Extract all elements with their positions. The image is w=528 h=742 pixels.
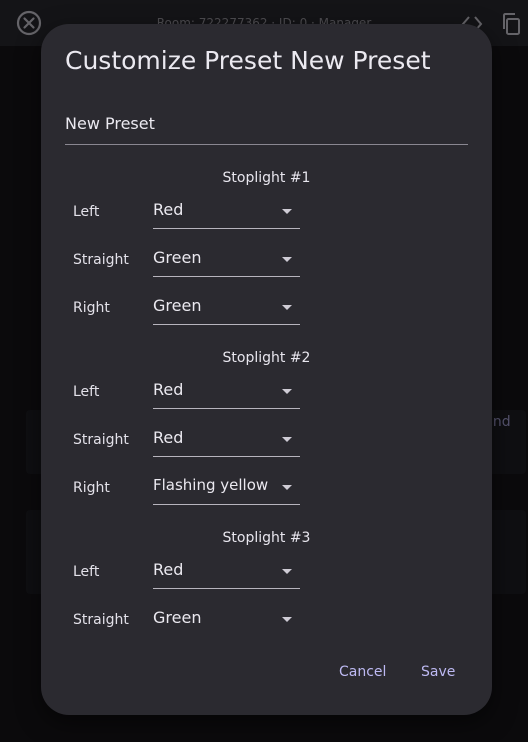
select-value: Green (153, 248, 202, 267)
select-value: Flashing yellow (153, 476, 269, 494)
app-page: Room: 722277362 · ID: 0 · Manager und Cu… (0, 0, 528, 742)
dropdown-caret-icon (282, 569, 292, 574)
dropdown-caret-icon (282, 209, 292, 214)
select-value: Red (153, 560, 184, 579)
select-value: Red (153, 428, 184, 447)
dialog-title: Customize Preset New Preset (65, 46, 431, 75)
dropdown-caret-icon (282, 617, 292, 622)
stoplight-3-left-select[interactable]: Red (153, 555, 300, 589)
stoplight-2-straight-select[interactable]: Red (153, 423, 300, 457)
select-value: Red (153, 200, 184, 219)
dropdown-caret-icon (282, 305, 292, 310)
stoplight-1-right-select[interactable]: Green (153, 291, 300, 325)
customize-preset-dialog: Customize Preset New Preset Stoplight #1… (41, 24, 492, 715)
preset-name-input[interactable] (65, 110, 465, 136)
select-value: Green (153, 608, 202, 627)
row-label: Left (73, 564, 100, 580)
select-value: Red (153, 380, 184, 399)
stoplight-2-right-select[interactable]: Flashing yellow (153, 471, 300, 505)
stoplight-title: Stoplight #1 (222, 170, 311, 186)
row-label: Left (73, 204, 100, 220)
stoplight-title: Stoplight #2 (222, 350, 311, 366)
row-label: Straight (73, 432, 129, 448)
select-value: Green (153, 296, 202, 315)
row-label: Straight (73, 612, 129, 628)
row-label: Right (73, 300, 110, 316)
stoplight-1-left-select[interactable]: Red (153, 195, 300, 229)
cancel-button[interactable]: Cancel (339, 664, 386, 680)
dropdown-caret-icon (282, 389, 292, 394)
stoplight-1-straight-select[interactable]: Green (153, 243, 300, 277)
dropdown-caret-icon (282, 485, 292, 490)
row-label: Straight (73, 252, 129, 268)
stoplight-2-left-select[interactable]: Red (153, 375, 300, 409)
stoplight-title: Stoplight #3 (222, 530, 311, 546)
dropdown-caret-icon (282, 437, 292, 442)
stoplight-3-straight-select[interactable]: Green (153, 603, 300, 636)
row-label: Left (73, 384, 100, 400)
row-label: Right (73, 480, 110, 496)
dropdown-caret-icon (282, 257, 292, 262)
preset-name-field[interactable] (65, 106, 468, 145)
save-button[interactable]: Save (421, 664, 455, 680)
